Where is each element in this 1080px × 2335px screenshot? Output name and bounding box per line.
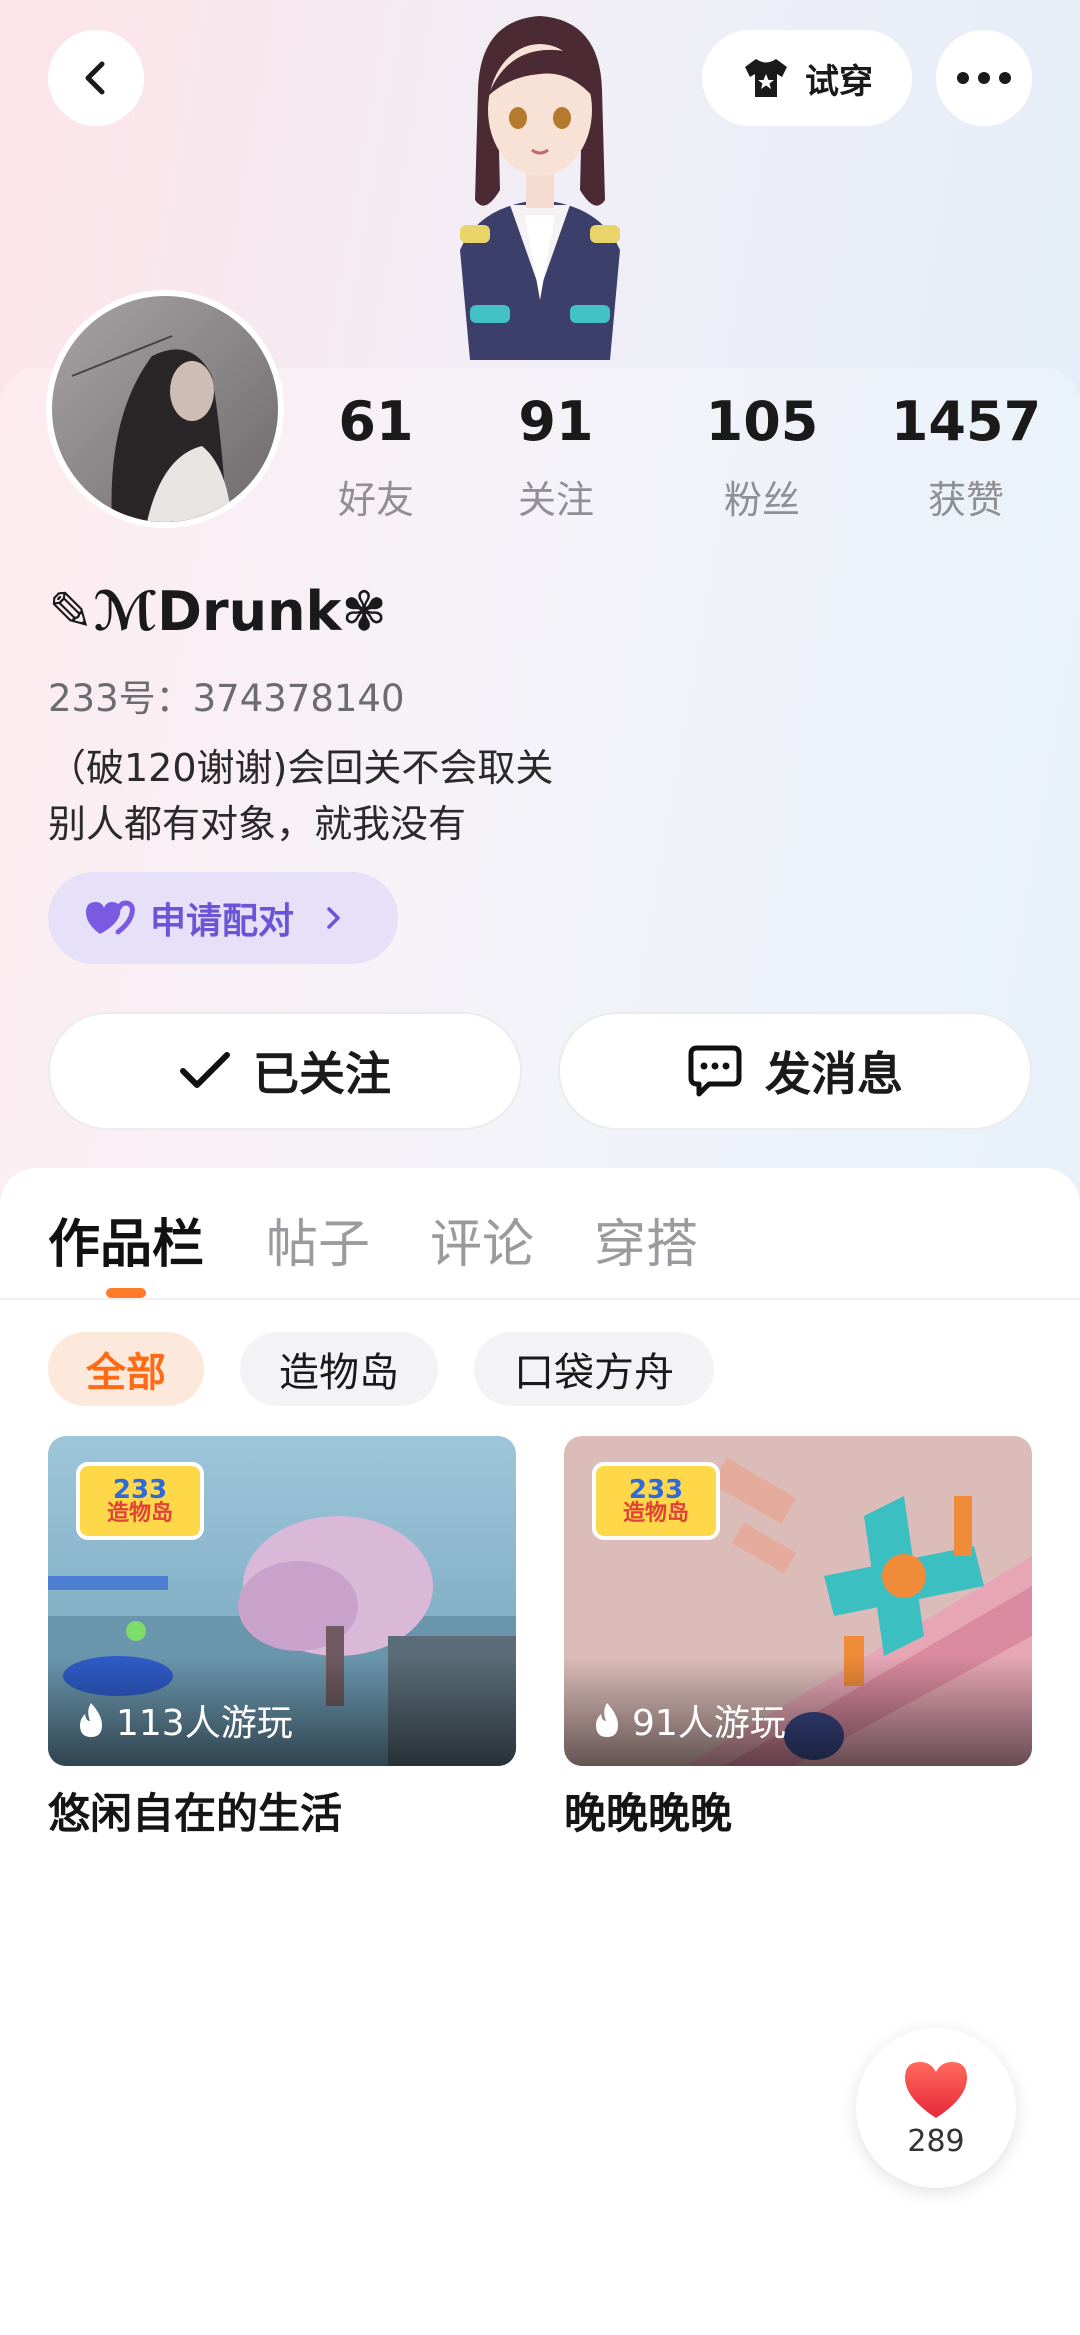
logo-text: 233	[112, 1475, 168, 1505]
active-tab-indicator	[106, 1288, 146, 1298]
flame-icon	[596, 1703, 618, 1737]
flame-icon	[80, 1703, 102, 1737]
chat-bubble-icon	[688, 1045, 742, 1097]
work-thumbnail: 233 造物岛 91人游玩	[564, 1436, 1032, 1766]
filter-creation-island[interactable]: 造物岛	[240, 1332, 438, 1406]
stat-label: 获赞	[927, 478, 1004, 522]
like-count: 289	[907, 2123, 965, 2159]
stat-friends[interactable]: 61 好友	[296, 395, 456, 524]
stat-fans[interactable]: 105 粉丝	[682, 395, 842, 524]
checkmark-icon	[180, 1052, 230, 1088]
work-card[interactable]: 233 造物岛 91人游玩 晚晚晚晚	[564, 1436, 1032, 1841]
avatar-character-illustration[interactable]	[400, 0, 680, 370]
followed-label: 已关注	[253, 1047, 391, 1101]
stat-value: 1457	[890, 390, 1042, 453]
stat-likes[interactable]: 1457 获赞	[886, 395, 1046, 524]
avatar-photo	[52, 296, 278, 522]
stat-label: 粉丝	[723, 478, 800, 522]
tab-works[interactable]: 作品栏	[48, 1202, 204, 1277]
try-on-label: 试穿	[805, 61, 873, 102]
request-pair-label: 申请配对	[150, 901, 295, 942]
work-card[interactable]: 233 造物岛 113人游玩 悠闲自在的生活	[48, 1436, 516, 1841]
send-message-button[interactable]: 发消息	[558, 1012, 1032, 1130]
chevron-right-icon	[327, 907, 340, 929]
tab-comments[interactable]: 评论	[430, 1202, 534, 1277]
logo-text: 造物岛	[622, 1501, 689, 1526]
stat-value: 61	[338, 390, 414, 453]
tshirt-icon	[745, 59, 787, 97]
logo-text: 233	[628, 1475, 684, 1505]
back-button[interactable]	[48, 30, 144, 126]
followed-button[interactable]: 已关注	[48, 1012, 522, 1130]
work-title: 悠闲自在的生活	[48, 1789, 343, 1838]
try-on-button[interactable]: 试穿	[702, 30, 912, 126]
more-dots-icon	[957, 72, 1011, 84]
more-options-button[interactable]	[936, 30, 1032, 126]
user-id[interactable]: 233号：374378140	[48, 668, 405, 722]
stat-label: 好友	[337, 478, 414, 522]
play-count: 113人游玩	[76, 1694, 293, 1746]
send-message-label: 发消息	[765, 1047, 903, 1101]
heart-icon	[905, 2061, 967, 2118]
profile-avatar[interactable]	[46, 290, 284, 528]
stat-following[interactable]: 91 关注	[476, 395, 636, 524]
creation-island-logo: 233 造物岛	[76, 1462, 204, 1540]
bio: （破120谢谢)会回关不会取关 别人都有对象，就我没有	[48, 740, 553, 852]
work-title: 晚晚晚晚	[564, 1789, 733, 1838]
filter-all[interactable]: 全部	[48, 1332, 204, 1406]
bio-line: （破120谢谢)会回关不会取关	[48, 746, 554, 790]
creation-island-logo: 233 造物岛	[592, 1462, 720, 1540]
double-heart-icon	[86, 900, 135, 935]
work-thumbnail: 233 造物岛 113人游玩	[48, 1436, 516, 1766]
play-count-label: 113人游玩	[116, 1703, 293, 1744]
chevron-left-icon	[85, 61, 105, 95]
stat-value: 91	[518, 390, 594, 453]
stat-value: 105	[705, 390, 819, 453]
play-count: 91人游玩	[592, 1694, 786, 1746]
logo-text: 造物岛	[106, 1501, 173, 1526]
play-count-label: 91人游玩	[632, 1703, 786, 1744]
username: ✎ℳDrunk✾	[48, 580, 387, 643]
tab-divider	[0, 1298, 1080, 1300]
filter-pocket-ark[interactable]: 口袋方舟	[474, 1332, 714, 1406]
tab-outfits[interactable]: 穿搭	[594, 1202, 698, 1277]
stat-label: 关注	[517, 478, 594, 522]
like-button[interactable]: 289	[856, 2028, 1016, 2188]
bio-line: 别人都有对象，就我没有	[48, 802, 467, 846]
request-pair-button[interactable]: 申请配对	[48, 872, 398, 964]
tab-posts[interactable]: 帖子	[266, 1202, 370, 1277]
